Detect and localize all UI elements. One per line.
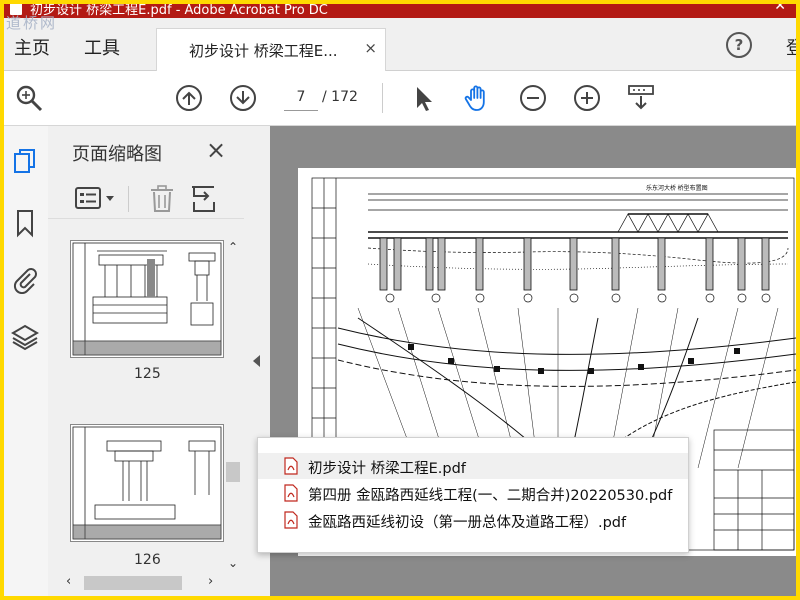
thumbnail-drawing	[72, 242, 222, 356]
thumbnail-page-number: 126	[134, 552, 161, 568]
thumbnail-horizontal-scrollbar[interactable]: ‹ ›	[62, 574, 222, 592]
zoom-icon[interactable]	[14, 83, 44, 113]
window-title: 初步设计 桥梁工程E.pdf - Adobe Acrobat Pro DC	[30, 4, 328, 18]
recent-file-item[interactable]: 初步设计 桥梁工程E.pdf	[258, 453, 688, 479]
document-tab[interactable]: 初步设计 桥梁工程E... ×	[156, 28, 386, 71]
menu-tools[interactable]: 工具	[84, 34, 120, 60]
help-icon[interactable]: ?	[726, 32, 752, 58]
page-thumbnail[interactable]	[70, 424, 224, 542]
document-tab-label: 初步设计 桥梁工程E...	[189, 42, 338, 60]
bookmark-icon[interactable]	[10, 208, 40, 238]
window-close-icon[interactable]: ✕	[774, 4, 786, 14]
pdf-file-icon	[284, 484, 298, 502]
zoom-out-icon[interactable]	[518, 83, 548, 113]
panel-close-icon[interactable]: ×	[206, 136, 226, 164]
page-number-input[interactable]: 7	[284, 84, 318, 111]
page-total: / 172	[322, 89, 358, 105]
thumbnail-drawing	[72, 426, 222, 540]
layers-icon[interactable]	[10, 322, 40, 352]
thumbnails-toolbar	[48, 178, 244, 219]
thumbnail-page-number: 125	[134, 366, 161, 382]
pdf-file-icon	[284, 511, 298, 529]
toolbar-divider	[382, 83, 383, 113]
recent-file-item[interactable]: 第四册 金瓯路西延线工程(一、二期合并)20220530.pdf	[258, 480, 688, 506]
toolbar: 7 / 172	[4, 71, 796, 126]
thumbnails-panel: 页面缩略图 × 125 126 ⌃ ⌄ ‹ ›	[48, 126, 245, 596]
next-page-icon[interactable]	[228, 83, 258, 113]
hand-tool-icon[interactable]	[462, 83, 492, 113]
recent-files-popup: 初步设计 桥梁工程E.pdf 第四册 金瓯路西延线工程(一、二期合并)20220…	[257, 437, 689, 553]
drawing-title: 乐东河大桥 桥型布置图	[646, 184, 708, 192]
recent-file-name: 金瓯路西延线初设（第一册总体及道路工程）.pdf	[308, 515, 627, 531]
title-bar: 初步设计 桥梁工程E.pdf - Adobe Acrobat Pro DC ✕	[4, 4, 796, 18]
insert-page-icon[interactable]	[190, 184, 218, 214]
select-cursor-icon[interactable]	[408, 83, 438, 113]
scroll-mode-icon[interactable]	[626, 83, 656, 113]
menu-home[interactable]: 主页	[14, 34, 50, 60]
recent-file-item[interactable]: 金瓯路西延线初设（第一册总体及道路工程）.pdf	[258, 507, 688, 533]
delete-page-icon[interactable]	[148, 184, 176, 214]
pdf-file-icon	[284, 457, 298, 475]
zoom-in-icon[interactable]	[572, 83, 602, 113]
login-link[interactable]: 登	[786, 34, 796, 60]
tab-close-icon[interactable]: ×	[364, 39, 377, 57]
collapse-arrow-icon[interactable]	[252, 354, 262, 368]
attachment-icon[interactable]	[10, 264, 40, 294]
menu-tab-row: 主页 工具 初步设计 桥梁工程E... × ? 登	[4, 18, 796, 71]
left-navigation-rail	[4, 126, 49, 596]
thumbnail-vertical-scrollbar[interactable]: ⌃ ⌄	[224, 240, 242, 570]
page-thumbnail[interactable]	[70, 240, 224, 358]
prev-page-icon[interactable]	[174, 83, 204, 113]
page-thumbnails-icon[interactable]	[10, 146, 40, 176]
thumbnails-panel-title: 页面缩略图	[72, 144, 162, 165]
app-window: 初步设计 桥梁工程E.pdf - Adobe Acrobat Pro DC ✕ …	[4, 4, 796, 596]
site-watermark: 道桥网	[6, 14, 58, 32]
thumbnail-options-icon[interactable]	[74, 184, 122, 212]
recent-file-name: 初步设计 桥梁工程E.pdf	[308, 461, 466, 477]
recent-file-name: 第四册 金瓯路西延线工程(一、二期合并)20220530.pdf	[308, 488, 673, 504]
